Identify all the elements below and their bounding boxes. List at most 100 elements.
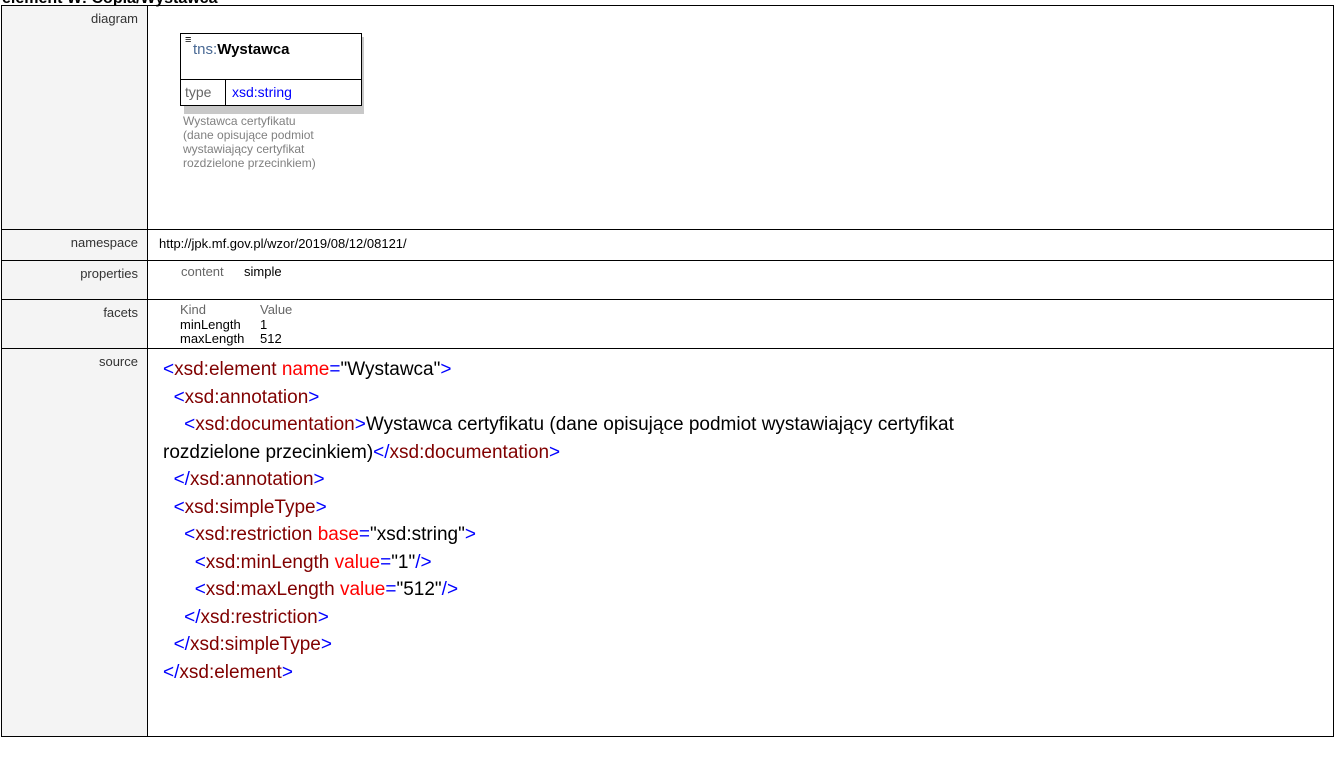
source-line: </xsd:element> — [163, 659, 1329, 687]
tag-name: xsd:simpleType — [184, 496, 316, 518]
attr-name: value — [334, 551, 381, 573]
source-code: <xsd:element name="Wystawca"> <xsd:annot… — [148, 349, 1333, 736]
facets-value-header: Value — [260, 302, 293, 317]
source-label-cell: source — [1, 348, 148, 737]
source-line: </xsd:simpleType> — [163, 631, 1329, 659]
tag-name: xsd:annotation — [189, 469, 314, 490]
attr-value: "1" — [391, 551, 416, 573]
type-separator — [225, 80, 226, 105]
facets-row: facets Kind Value minLength 1 maxLength … — [1, 299, 1334, 349]
element-doc-table: diagram ≡ tns:Wystawca type xsd:string W… — [1, 5, 1334, 737]
attr-value: "xsd:string" — [370, 524, 465, 545]
attr-equals: = — [380, 551, 392, 573]
tag-name: xsd:annotation — [184, 386, 309, 408]
source-line: <xsd:maxLength value="512"/> — [163, 576, 1329, 604]
facets-cell: Kind Value minLength 1 maxLength 512 — [147, 299, 1334, 349]
facets-table: Kind Value minLength 1 maxLength 512 — [148, 300, 1333, 348]
tag-bracket: > — [308, 386, 320, 408]
facets-kind-header: Kind — [180, 302, 207, 317]
tag-name: xsd:simpleType — [189, 634, 321, 655]
namespace-cell: http://jpk.mf.gov.pl/wzor/2019/08/12/081… — [147, 229, 1334, 261]
attr-value: "512" — [396, 579, 442, 600]
source-row: source <xsd:element name="Wystawca"> <xs… — [1, 348, 1334, 737]
diagram-row: diagram ≡ tns:Wystawca type xsd:string W… — [1, 5, 1334, 230]
properties-label-cell: properties — [1, 260, 148, 300]
tag-bracket: </ — [373, 441, 390, 463]
tag-bracket: > — [464, 524, 476, 545]
tag-bracket: > — [317, 606, 329, 628]
tag-name: xsd:element — [174, 359, 277, 380]
tag-bracket: > — [320, 634, 332, 655]
namespace-label-cell: namespace — [1, 229, 148, 261]
source-line: </xsd:annotation> — [163, 466, 1329, 494]
tag-bracket: < — [163, 359, 175, 380]
element-local-name: Wystawca — [217, 41, 290, 58]
facet-value: 512 — [260, 331, 282, 346]
element-name: tns:Wystawca — [193, 41, 289, 58]
attr-name: base — [317, 524, 359, 545]
tag-bracket: < — [194, 551, 206, 573]
tag-name: xsd:documentation — [195, 414, 355, 435]
tag-bracket: </ — [173, 469, 190, 490]
type-key: type — [185, 84, 212, 100]
tag-name: xsd:maxLength — [205, 579, 335, 600]
tag-bracket: </ — [163, 661, 180, 683]
tag-bracket: > — [313, 469, 325, 490]
diagram-cell: ≡ tns:Wystawca type xsd:string Wystawca … — [147, 5, 1334, 230]
tag-bracket: /> — [415, 551, 432, 573]
tag-bracket: < — [173, 496, 185, 518]
element-diagram: ≡ tns:Wystawca type xsd:string Wystawca … — [148, 6, 1333, 229]
attr-equals: = — [385, 579, 397, 600]
tag-bracket: > — [440, 359, 452, 380]
attr-value: "Wystawca" — [340, 359, 441, 380]
diagram-label-cell: diagram — [1, 5, 148, 230]
tag-bracket: < — [184, 414, 196, 435]
source-line: rozdzielone przecinkiem)</xsd:documentat… — [163, 439, 1329, 467]
namespace-value: http://jpk.mf.gov.pl/wzor/2019/08/12/081… — [159, 236, 407, 251]
facet-kind: minLength — [180, 317, 241, 332]
facet-value: 1 — [260, 317, 268, 332]
tag-bracket: < — [184, 524, 196, 545]
element-box[interactable]: ≡ tns:Wystawca type xsd:string — [180, 33, 362, 106]
tag-bracket: </ — [173, 634, 190, 655]
tag-bracket: < — [173, 386, 185, 408]
source-line: <xsd:annotation> — [163, 384, 1329, 412]
properties-table: content simple — [148, 261, 1333, 299]
facet-kind: maxLength — [180, 331, 245, 346]
attr-equals: = — [329, 359, 341, 380]
attr-name: name — [281, 359, 330, 380]
property-key: content — [181, 264, 224, 279]
diagram-label: diagram — [91, 11, 138, 26]
tag-bracket: > — [315, 496, 327, 518]
property-value: simple — [244, 264, 282, 279]
doc-line: wystawiający certyfikat — [183, 142, 305, 156]
tag-bracket: </ — [184, 606, 201, 628]
source-label: source — [98, 354, 138, 369]
facets-label: facets — [103, 305, 138, 320]
element-documentation: Wystawca certyfikatu (dane opisujące pod… — [183, 114, 353, 170]
namespace-row: namespace http://jpk.mf.gov.pl/wzor/2019… — [1, 229, 1334, 261]
properties-cell: content simple — [147, 260, 1334, 300]
element-lines-icon: ≡ — [185, 34, 192, 46]
attr-name: value — [339, 579, 386, 600]
tag-bracket: /> — [441, 579, 459, 600]
properties-row: properties content simple — [1, 260, 1334, 300]
attr-equals: = — [358, 524, 371, 545]
tag-bracket: < — [194, 579, 206, 600]
tag-name: xsd:restriction — [200, 606, 318, 628]
source-line: <xsd:restriction base="xsd:string"> — [163, 521, 1329, 549]
source-line: <xsd:documentation>Wystawca certyfikatu … — [163, 411, 1329, 439]
tag-name: xsd:element — [179, 661, 282, 683]
doc-line: (dane opisujące podmiot — [183, 128, 314, 142]
type-value-link[interactable]: xsd:string — [232, 84, 292, 100]
source-cell: <xsd:element name="Wystawca"> <xsd:annot… — [147, 348, 1334, 737]
properties-label: properties — [80, 266, 138, 281]
